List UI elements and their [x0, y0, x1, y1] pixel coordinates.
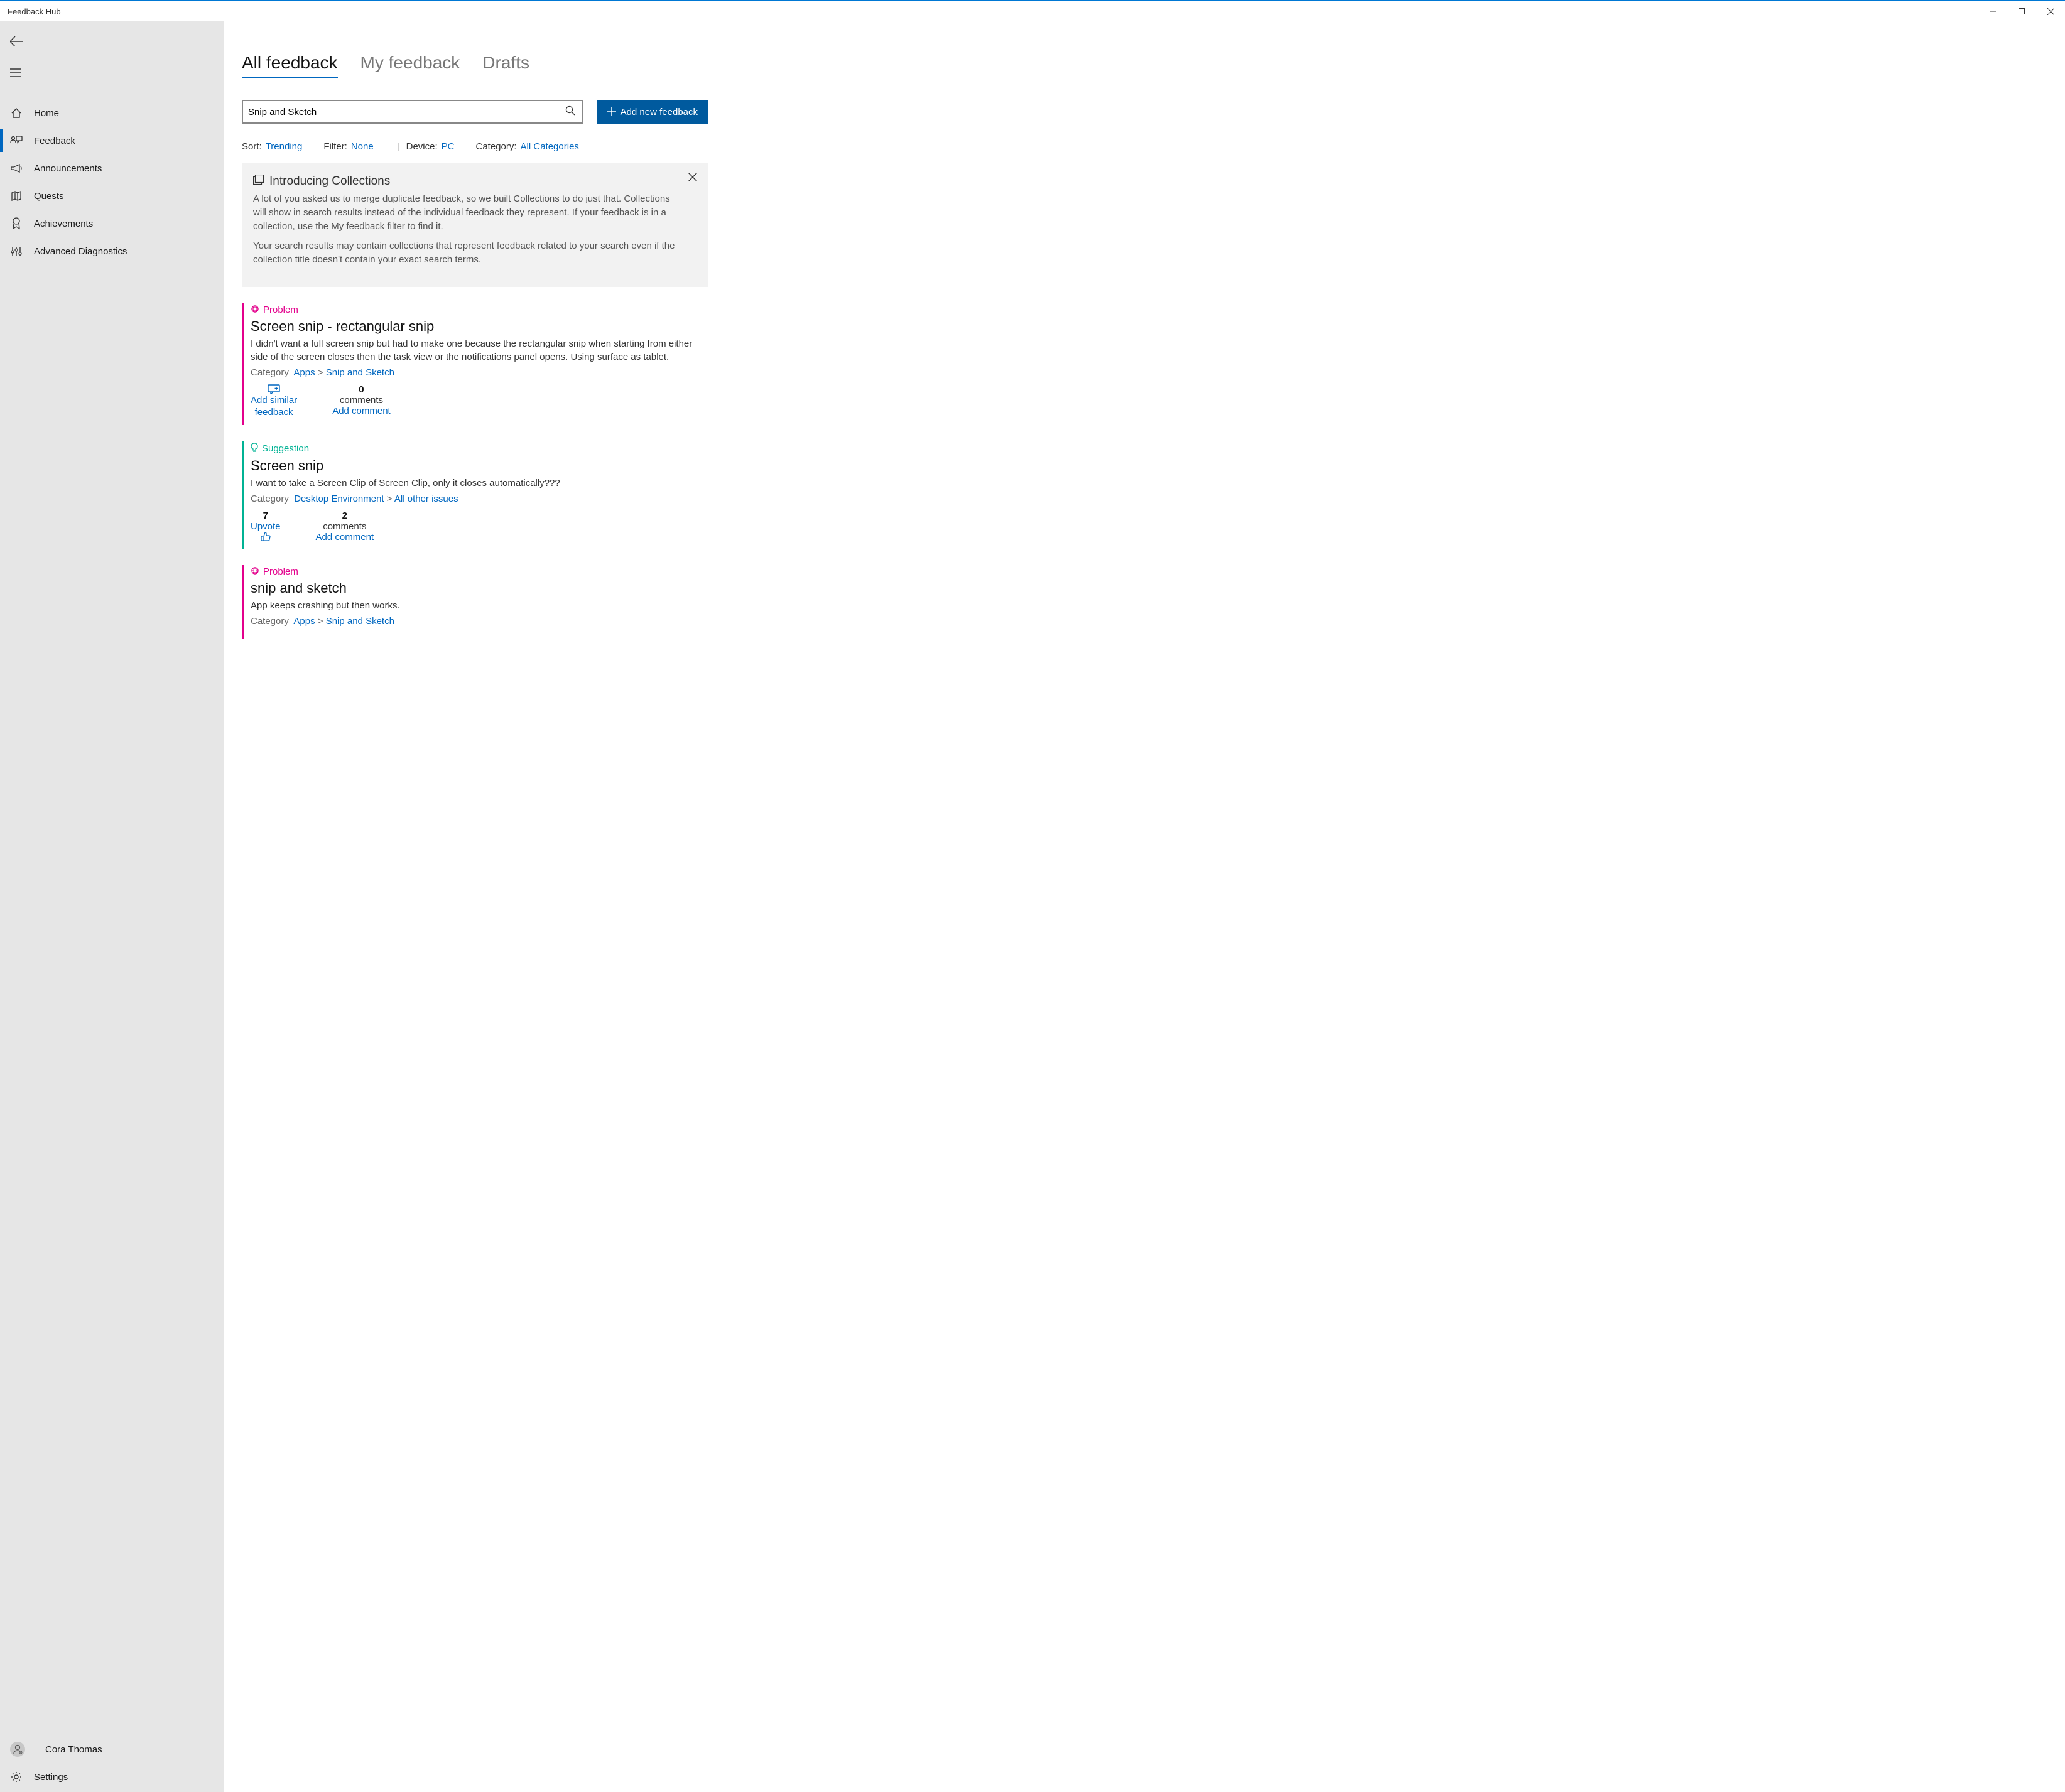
category-label: Category:	[475, 141, 516, 152]
feedback-kind: Problem	[251, 566, 708, 578]
nav-label: Announcements	[34, 163, 102, 174]
nav-label: Achievements	[34, 219, 93, 229]
sort-value[interactable]: Trending	[266, 141, 303, 152]
add-new-feedback-button[interactable]: Add new feedback	[597, 100, 708, 124]
device-label: Device:	[406, 141, 438, 152]
nav-label: Home	[34, 108, 59, 119]
search-input[interactable]	[248, 107, 565, 117]
nav-label: Advanced Diagnostics	[34, 246, 127, 257]
feedback-category: Category Apps > Snip and Sketch	[251, 616, 708, 627]
collections-banner: Introducing Collections A lot of you ask…	[242, 163, 708, 287]
filter-bar: Sort: Trending Filter: None | Device: PC…	[242, 141, 708, 152]
hamburger-icon	[10, 68, 21, 77]
sort-label: Sort:	[242, 141, 262, 152]
feedback-title: snip and sketch	[251, 580, 708, 596]
feedback-bubble-icon	[268, 384, 280, 394]
feedback-kind: Problem	[251, 305, 708, 316]
tab-drafts[interactable]: Drafts	[482, 53, 529, 78]
category-link-2[interactable]: Snip and Sketch	[326, 367, 394, 378]
thumbs-up-icon	[260, 532, 271, 542]
feedback-icon	[10, 135, 23, 146]
add-button-label: Add new feedback	[621, 107, 698, 117]
feedback-description: I didn't want a full screen snip but had…	[251, 337, 708, 364]
sidebar-item-feedback[interactable]: Feedback	[0, 127, 224, 154]
feedback-category: Category Desktop Environment > All other…	[251, 494, 708, 504]
upvote-button[interactable]: 7Upvote	[251, 510, 281, 542]
feedback-item[interactable]: Suggestion Screen snip I want to take a Sc…	[242, 441, 708, 549]
sidebar-item-achievements[interactable]: Achievements	[0, 210, 224, 237]
category-link-2[interactable]: Snip and Sketch	[326, 616, 394, 627]
feedback-title: Screen snip	[251, 458, 708, 474]
filter-label: Filter:	[323, 141, 347, 152]
category-value[interactable]: All Categories	[521, 141, 579, 152]
sidebar-item-quests[interactable]: Quests	[0, 182, 224, 210]
feedback-description: I want to take a Screen Clip of Screen C…	[251, 477, 708, 490]
feedback-title: Screen snip - rectangular snip	[251, 318, 708, 335]
nav-label: Quests	[34, 191, 64, 202]
sidebar-item-home[interactable]: Home	[0, 99, 224, 127]
plus-icon	[607, 107, 617, 117]
megaphone-icon	[10, 163, 23, 173]
avatar	[10, 1742, 25, 1757]
tabs: All feedback My feedback Drafts	[242, 53, 708, 78]
diagnostics-icon	[10, 246, 23, 257]
person-icon	[13, 1744, 23, 1754]
comments-action[interactable]: 0commentsAdd comment	[332, 384, 391, 416]
feedback-category: Category Apps > Snip and Sketch	[251, 367, 708, 378]
close-button[interactable]	[2036, 1, 2065, 21]
category-link-2[interactable]: All other issues	[394, 494, 458, 504]
back-button[interactable]	[0, 28, 30, 55]
sidebar-item-announcements[interactable]: Announcements	[0, 154, 224, 182]
sidebar-item-advanced-diagnostics[interactable]: Advanced Diagnostics	[0, 237, 224, 265]
window-buttons	[1978, 1, 2065, 21]
collection-icon	[253, 175, 264, 188]
feedback-description: App keeps crashing but then works.	[251, 599, 708, 612]
banner-text-2: Your search results may contain collecti…	[253, 239, 676, 267]
category-link-1[interactable]: Desktop Environment	[294, 494, 384, 504]
maximize-button[interactable]	[2007, 1, 2036, 21]
main-content: All feedback My feedback Drafts Add new fe…	[224, 21, 2065, 1792]
hamburger-button[interactable]	[0, 59, 30, 87]
titlebar: Feedback Hub	[0, 1, 2065, 21]
sidebar-item-settings[interactable]: Settings	[0, 1763, 224, 1791]
sidebar: Home Feedback Announcements Quests Achieveme…	[0, 21, 224, 1792]
gear-icon	[10, 1771, 23, 1783]
banner-close-button[interactable]	[685, 170, 700, 185]
add-similar-feedback-button[interactable]: Add similarfeedback	[251, 384, 297, 419]
device-value[interactable]: PC	[442, 141, 455, 152]
category-link-1[interactable]: Apps	[293, 616, 315, 627]
map-icon	[10, 190, 23, 202]
problem-icon	[251, 566, 259, 578]
suggestion-icon	[251, 443, 258, 455]
tab-all-feedback[interactable]: All feedback	[242, 53, 338, 78]
banner-title: Introducing Collections	[269, 175, 390, 188]
minimize-button[interactable]	[1978, 1, 2007, 21]
settings-label: Settings	[34, 1772, 68, 1783]
category-link-1[interactable]: Apps	[293, 367, 315, 378]
sidebar-item-user[interactable]: Cora Thomas	[0, 1735, 224, 1763]
feedback-kind: Suggestion	[251, 443, 708, 455]
close-icon	[688, 173, 697, 181]
problem-icon	[251, 305, 259, 316]
window-title: Feedback Hub	[8, 7, 61, 16]
back-arrow-icon	[10, 36, 23, 46]
user-name: Cora Thomas	[45, 1744, 102, 1755]
comments-action[interactable]: 2commentsAdd comment	[316, 510, 374, 542]
nav-label: Feedback	[34, 136, 75, 146]
feedback-item[interactable]: Problem Screen snip - rectangular snip I d…	[242, 303, 708, 425]
search-box[interactable]	[242, 100, 583, 124]
home-icon	[10, 107, 23, 119]
filter-value[interactable]: None	[351, 141, 374, 152]
tab-my-feedback[interactable]: My feedback	[360, 53, 460, 78]
ribbon-icon	[10, 217, 23, 230]
banner-text-1: A lot of you asked us to merge duplicate…	[253, 192, 676, 233]
feedback-item[interactable]: Problem snip and sketch App keeps crashing…	[242, 565, 708, 639]
search-icon[interactable]	[565, 105, 575, 118]
